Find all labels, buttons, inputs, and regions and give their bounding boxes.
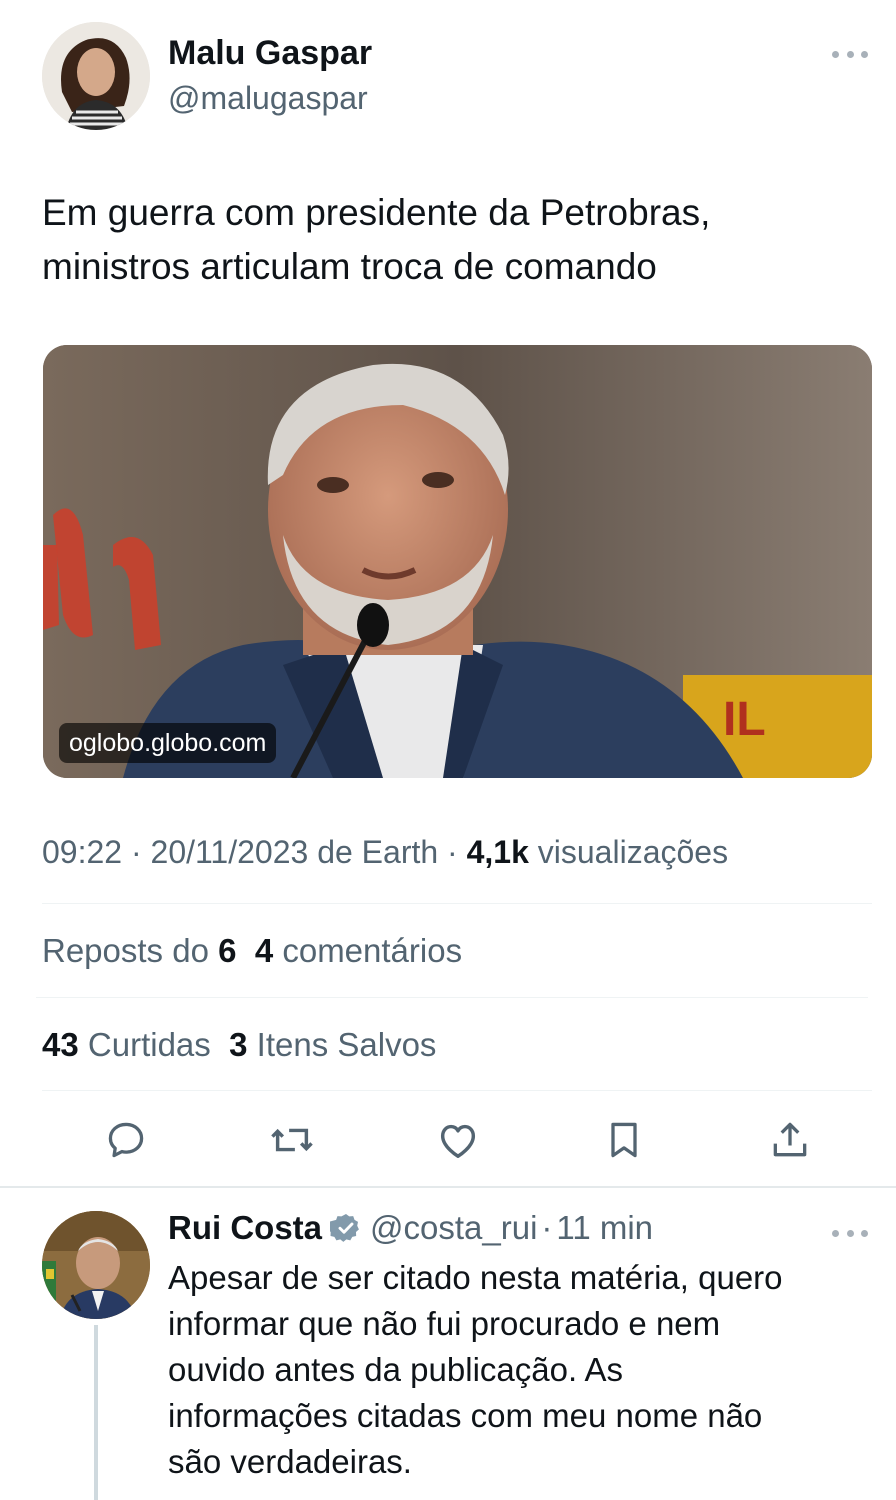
share-icon bbox=[773, 1122, 807, 1157]
reposts-stat[interactable]: Reposts do 6 bbox=[42, 932, 236, 969]
tweet-time: 09:22 bbox=[42, 834, 123, 870]
tweet-date: 20/11/2023 bbox=[150, 834, 309, 870]
divider bbox=[42, 903, 872, 904]
reposts-label: Reposts do bbox=[42, 932, 209, 969]
reply-text-line: ouvido antes da publicação. As bbox=[168, 1351, 623, 1388]
svg-text:IL: IL bbox=[723, 693, 766, 746]
author-avatar[interactable] bbox=[42, 22, 150, 130]
reply-button[interactable] bbox=[98, 1112, 154, 1168]
likes-stat[interactable]: 43 Curtidas bbox=[42, 1026, 211, 1063]
divider bbox=[36, 997, 868, 998]
views-label: visualizações bbox=[537, 834, 729, 870]
repost-button[interactable] bbox=[264, 1112, 320, 1168]
more-options-icon[interactable] bbox=[832, 44, 868, 64]
reply-text-line: Apesar de ser citado nesta matéria, quer… bbox=[168, 1259, 783, 1296]
reply-text-line: informações citadas com meu nome não bbox=[168, 1397, 763, 1434]
action-bar bbox=[60, 1112, 840, 1172]
news-photo: IL bbox=[43, 345, 872, 778]
section-divider bbox=[0, 1186, 896, 1188]
reply-author-name[interactable]: Rui Costa bbox=[168, 1209, 322, 1247]
bookmark-icon bbox=[611, 1122, 637, 1158]
thread-line bbox=[94, 1325, 98, 1500]
bookmarks-label: Itens Salvos bbox=[256, 1026, 437, 1063]
like-button[interactable] bbox=[430, 1112, 486, 1168]
author-name[interactable]: Malu Gaspar bbox=[168, 34, 372, 73]
reply-separator: · bbox=[541, 1209, 553, 1246]
views-count: 4,1k bbox=[466, 834, 529, 870]
meta-separator: · bbox=[130, 834, 142, 870]
reply-text-line: são verdadeiras. bbox=[168, 1443, 412, 1480]
reply-text-line: informar que não fui procurado e nem bbox=[168, 1305, 721, 1342]
tweet-metadata: 09:22 · 20/11/2023 de Earth · 4,1k visua… bbox=[42, 834, 728, 871]
comments-label: comentários bbox=[282, 932, 463, 969]
tweet-header: Malu Gaspar @malugaspar bbox=[42, 22, 872, 132]
divider bbox=[42, 1090, 872, 1091]
reply-tweet: Rui Costa @costa_rui · 11 min Apesar de … bbox=[42, 1205, 872, 1500]
reply-more-options-icon[interactable] bbox=[832, 1223, 868, 1243]
heart-icon bbox=[440, 1124, 476, 1159]
reply-author-handle[interactable]: @costa_rui bbox=[370, 1209, 537, 1247]
link-domain: oglobo.globo.com bbox=[59, 723, 277, 763]
bookmarks-stat[interactable]: 3 Itens Salvos bbox=[229, 1026, 436, 1063]
share-button[interactable] bbox=[762, 1112, 818, 1168]
link-preview-card[interactable]: IL oglobo.globo.com bbox=[43, 345, 872, 778]
author-handle[interactable]: @malugaspar bbox=[168, 80, 368, 117]
tweet-source: de Earth bbox=[317, 834, 439, 870]
comments-count: 4 bbox=[254, 932, 274, 969]
bookmark-button[interactable] bbox=[596, 1112, 652, 1168]
meta-separator: · bbox=[447, 834, 458, 870]
reply-timestamp[interactable]: 11 min bbox=[556, 1209, 653, 1247]
likes-bookmarks-row: 43 Curtidas 3 Itens Salvos bbox=[42, 1026, 436, 1064]
bookmarks-count: 3 bbox=[229, 1026, 248, 1063]
likes-label: Curtidas bbox=[87, 1026, 211, 1063]
tweet-text-line: Em guerra com presidente da Petrobras, bbox=[42, 192, 711, 233]
reposts-comments-row: Reposts do 6 4 comentários bbox=[42, 932, 462, 970]
reply-icon bbox=[108, 1122, 144, 1158]
comments-stat[interactable]: 4 comentários bbox=[255, 932, 462, 969]
reply-header: Rui Costa @costa_rui · 11 min bbox=[168, 1209, 653, 1247]
verified-badge-icon bbox=[330, 1214, 359, 1242]
tweet-text: Em guerra com presidente da Petrobras, m… bbox=[42, 186, 842, 294]
reposts-count: 6 bbox=[218, 932, 237, 969]
likes-count: 43 bbox=[42, 1026, 79, 1063]
repost-icon bbox=[271, 1128, 313, 1152]
reply-author-avatar[interactable] bbox=[42, 1211, 150, 1319]
reply-text: Apesar de ser citado nesta matéria, quer… bbox=[168, 1255, 868, 1485]
tweet-text-line: ministros articulam troca de comando bbox=[42, 246, 657, 287]
